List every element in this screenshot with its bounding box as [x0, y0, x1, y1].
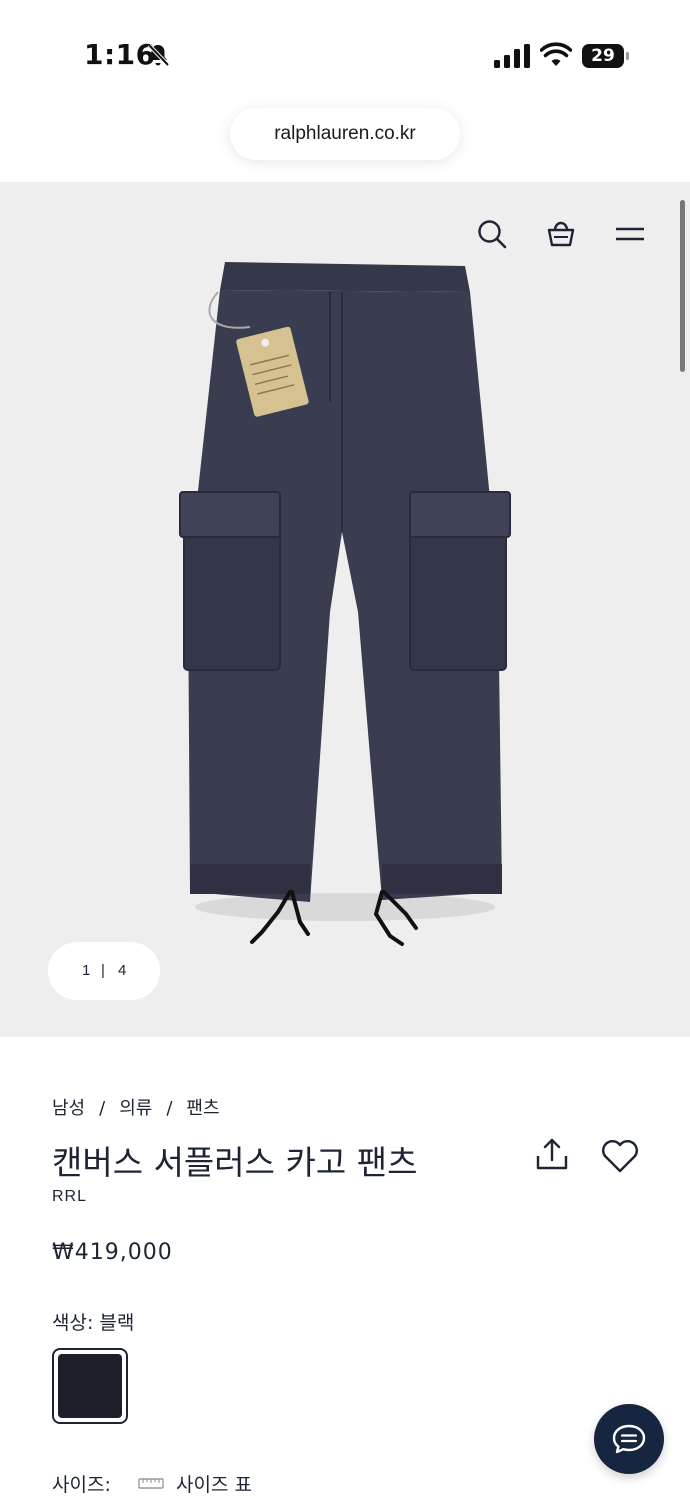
- product-image-gallery[interactable]: 1 | 4: [0, 182, 690, 1037]
- pager-separator: |: [101, 962, 105, 979]
- status-bar: 1:16 29: [0, 0, 690, 110]
- status-time: 1:16: [84, 38, 156, 71]
- shopping-bag-icon[interactable]: [545, 218, 577, 250]
- battery-tip: [626, 52, 629, 60]
- cellular-signal-icon: [494, 44, 530, 68]
- product-brand[interactable]: RRL: [52, 1188, 87, 1206]
- share-icon[interactable]: [534, 1136, 570, 1172]
- gallery-pager[interactable]: 1 | 4: [48, 942, 160, 1000]
- search-icon[interactable]: [476, 218, 508, 250]
- ruler-icon[interactable]: [138, 1476, 164, 1490]
- pager-total: 4: [118, 962, 127, 979]
- product-title: 캔버스 서플러스 카고 팬츠: [52, 1143, 418, 1182]
- breadcrumb-men[interactable]: 남성: [52, 1098, 85, 1119]
- wifi-icon: [540, 42, 572, 66]
- battery-level: 29: [582, 44, 624, 68]
- breadcrumb-pants[interactable]: 팬츠: [186, 1098, 219, 1119]
- chat-button[interactable]: [594, 1404, 664, 1474]
- color-label: 색상: 블랙: [52, 1312, 135, 1334]
- bell-off-icon: [147, 43, 170, 67]
- size-chart-link[interactable]: 사이즈 표: [176, 1470, 252, 1497]
- breadcrumb-separator: /: [99, 1098, 106, 1119]
- gallery-scrollbar[interactable]: [680, 200, 685, 372]
- product-price: ₩419,000: [52, 1240, 173, 1265]
- color-swatch-black[interactable]: [52, 1348, 128, 1424]
- cargo-pants-image: [179, 262, 511, 946]
- heart-icon[interactable]: [600, 1138, 640, 1174]
- battery-indicator: 29: [582, 44, 630, 68]
- chat-icon: [612, 1424, 646, 1454]
- swatch-fill: [58, 1354, 122, 1418]
- breadcrumb-clothing[interactable]: 의류: [119, 1098, 152, 1119]
- hamburger-menu-icon[interactable]: [614, 218, 646, 250]
- browser-url-bar[interactable]: ralphlauren.co.kr: [230, 108, 460, 160]
- pager-current: 1: [82, 962, 91, 979]
- breadcrumb: 남성 / 의류 / 팬츠: [52, 1094, 220, 1120]
- size-label: 사이즈:: [52, 1474, 111, 1496]
- breadcrumb-separator: /: [166, 1098, 173, 1119]
